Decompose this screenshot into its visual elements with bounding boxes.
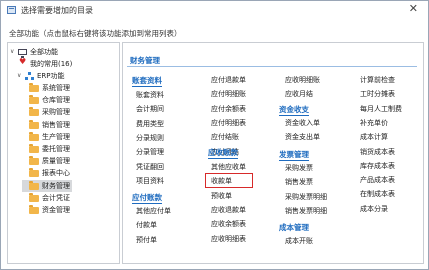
function-link[interactable]: 计算前检查 [360,75,395,85]
function-link[interactable]: 销售发票明细 [285,206,327,216]
function-link[interactable]: 应收余额表 [211,219,246,229]
function-link[interactable]: 预付单 [136,235,157,245]
function-link[interactable]: 其他应付单 [136,206,171,216]
folder-icon [29,156,39,166]
function-link[interactable]: 预收单 [211,191,232,201]
function-link[interactable]: 在制成本表 [360,189,395,199]
highlight-box [205,173,253,188]
section-title: 财务管理 [130,56,160,65]
hint-text: 全部功能（点击鼠标右键将该功能添加到常用列表） [9,29,182,38]
category-funds: 资金收支 [279,105,309,116]
tree-item-erp[interactable]: ERP功能 [37,71,65,82]
function-link[interactable]: 费用类型 [136,119,164,129]
folder-icon [29,107,39,117]
function-link[interactable]: 资金支出单 [285,132,320,142]
category-cost: 成本管理 [279,223,309,232]
tree-item-module[interactable]: 销售管理 [42,120,70,131]
folder-icon [29,180,39,190]
function-link[interactable]: 应收月结 [285,89,313,99]
tree-item-module[interactable]: 质量管理 [42,156,70,167]
function-link[interactable]: 应付余额表 [211,104,246,114]
function-link[interactable]: 采购发票明细 [285,192,327,202]
function-link[interactable]: 应付结账 [211,132,239,142]
function-tree[interactable]: ∨ 全部功能 ♥ 我的常用(16) ∨ ERP功能 系统管理 仓库管理 采购管理销售… [7,42,120,264]
tree-item-module[interactable]: 系统管理 [42,83,70,94]
function-link[interactable]: 应付退款单 [211,75,246,85]
org-chart-icon [25,72,34,80]
function-link[interactable]: 付款单 [136,220,157,230]
window-title: 选择需要增加的目录 [21,6,93,15]
close-icon[interactable]: ✕ [409,3,418,15]
function-link[interactable]: 补充单价 [360,118,388,128]
function-link[interactable]: 工时分摊表 [360,89,395,99]
title-bar: 选择需要增加的目录 ✕ [1,1,428,20]
category-invoice: 发票管理 [279,150,309,161]
function-link[interactable]: 分录管理 [136,147,164,157]
function-link[interactable]: 成本计算 [360,132,388,142]
tree-item-module[interactable]: 报表中心 [42,168,70,179]
function-link[interactable]: 应付明细账 [211,89,246,99]
function-link[interactable]: 应付明细表 [211,118,246,128]
heart-icon: ♥ [19,57,27,66]
window-icon [7,6,16,14]
function-link[interactable]: 应收退款单 [211,205,246,215]
function-link[interactable]: 凭证翻回 [136,162,164,172]
tree-item-all-functions[interactable]: 全部功能 [30,47,58,58]
folder-icon [29,119,39,129]
tree-item-module[interactable]: 生产管理 [42,132,70,143]
folder-icon [29,168,39,178]
tree-item-favorites[interactable]: 我的常用(16) [30,59,72,70]
function-link[interactable]: 资金收入单 [285,118,320,128]
function-link[interactable]: 分录规则 [136,133,164,143]
tree-item-module[interactable]: 采购管理 [42,107,70,118]
function-link[interactable]: 成本分录 [360,204,388,214]
function-link[interactable]: 项目资料 [136,176,164,186]
function-link[interactable]: 其他应收单 [211,162,246,172]
function-link[interactable]: 成本开账 [285,236,313,246]
function-link[interactable]: 库存成本表 [360,161,395,171]
function-link[interactable]: 应收明细账 [285,75,320,85]
dialog-window: 选择需要增加的目录 ✕ 全部功能（点击鼠标右键将该功能添加到常用列表） ∨ 全部… [0,0,429,270]
tree-item-module[interactable]: 委托管理 [42,144,70,155]
tree-item-module[interactable]: 会计凭证 [42,193,70,204]
function-link[interactable]: 应收明细表 [211,234,246,244]
folder-icon [29,131,39,141]
computer-icon [18,49,27,58]
function-link[interactable]: 会计期间 [136,104,164,114]
category-accounts-payable: 应付账款 [132,193,162,204]
function-link[interactable]: 每月人工制费 [360,104,402,114]
folder-icon [29,144,39,153]
tree-item-module[interactable]: 资金管理 [42,205,70,216]
collapse-icon[interactable]: ∨ [10,48,14,55]
folder-icon [29,205,39,214]
folder-icon [29,192,39,202]
folder-icon [29,83,39,92]
category-accounts-receivable: 应收账款 [208,148,238,159]
category-ledger-data: 账套资料 [132,76,162,87]
folder-icon [29,95,39,105]
collapse-icon[interactable]: ∨ [17,72,21,79]
function-panel: 财务管理 账套资料 账套资料会计期间费用类型分录规则分录管理凭证翻回项目资料 应… [122,42,424,264]
function-link[interactable]: 账套资料 [136,90,164,100]
function-link[interactable]: 采购发票 [285,163,313,173]
section-header: 财务管理 [127,52,417,67]
function-link[interactable]: 产品成本表 [360,175,395,185]
tree-item-module[interactable]: 仓库管理 [42,95,70,106]
tree-item-module[interactable]: 财务管理 [42,181,70,192]
function-link[interactable]: 销货成本表 [360,147,395,157]
function-link[interactable]: 销售发票 [285,177,313,187]
